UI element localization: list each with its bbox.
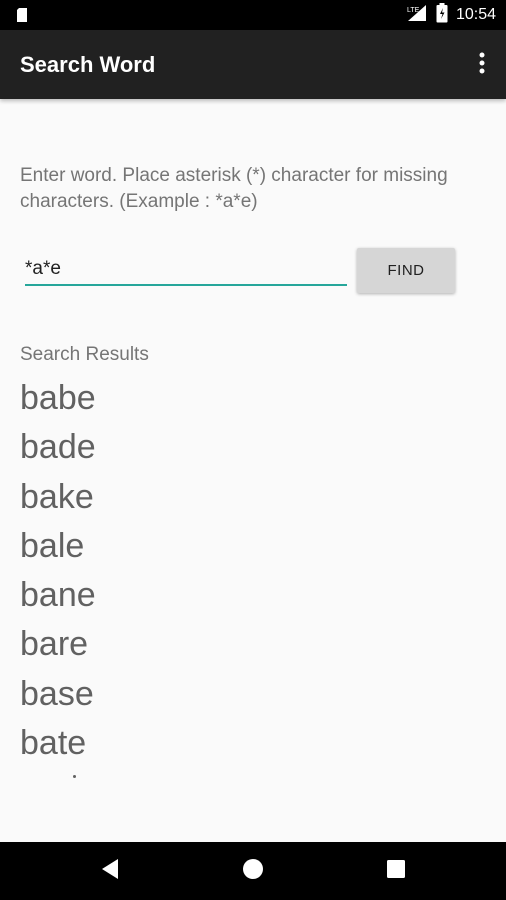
partial-result-item (73, 775, 76, 778)
result-item[interactable]: bate (20, 719, 420, 768)
results-heading: Search Results (20, 344, 149, 365)
back-button[interactable] (70, 842, 150, 900)
result-item[interactable]: bake (20, 473, 420, 522)
lte-signal-icon: LTE (406, 4, 428, 26)
result-item[interactable]: bare (20, 620, 420, 669)
battery-icon (436, 3, 448, 27)
instructions-text: Enter word. Place asterisk (*) character… (20, 165, 448, 212)
result-item[interactable]: babe (20, 374, 420, 423)
navigation-bar (0, 842, 506, 900)
more-vert-icon (479, 52, 485, 78)
results-list[interactable]: babe bade bake bale bane bare base bate (20, 374, 420, 782)
overflow-menu-button[interactable] (472, 50, 492, 80)
sd-card-icon (14, 7, 30, 23)
result-item[interactable]: base (20, 670, 420, 719)
app-title: Search Word (20, 52, 156, 77)
search-input[interactable] (25, 254, 347, 286)
back-icon (100, 858, 120, 884)
home-icon (242, 858, 264, 884)
recents-button[interactable] (356, 842, 436, 900)
find-button[interactable]: FIND (357, 248, 455, 293)
svg-text:LTE: LTE (407, 7, 420, 14)
result-item[interactable]: bade (20, 423, 420, 472)
status-time: 10:54 (455, 6, 496, 23)
home-button[interactable] (213, 842, 293, 900)
recents-icon (386, 859, 406, 883)
result-item[interactable]: bale (20, 522, 420, 571)
status-bar: LTE 10:54 (0, 0, 506, 30)
status-icons: LTE 10:54 (406, 0, 496, 30)
result-item[interactable]: bane (20, 571, 420, 620)
app-bar: Search Word (0, 30, 506, 99)
